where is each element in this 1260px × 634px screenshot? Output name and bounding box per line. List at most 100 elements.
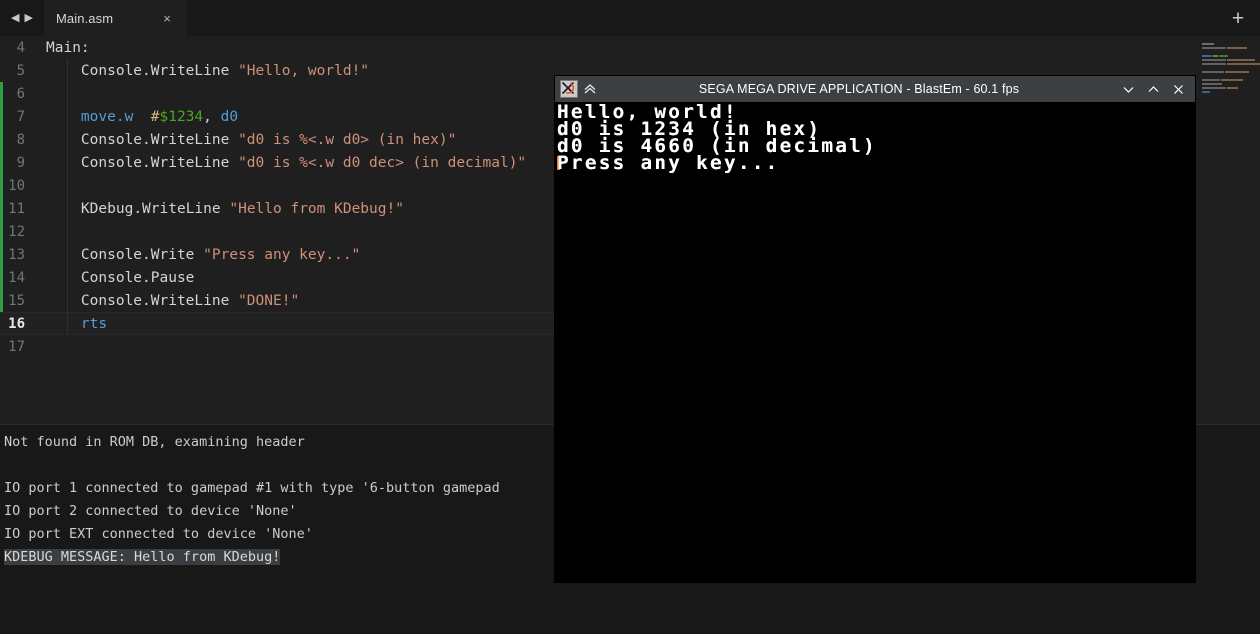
code-token: ,: [203, 108, 221, 125]
emulator-window-controls: [1116, 77, 1191, 101]
line-number: 9: [16, 154, 25, 171]
minimize-icon[interactable]: [1116, 77, 1141, 101]
minimap-token: [1202, 55, 1212, 57]
code-text: KDebug.WriteLine "Hello from KDebug!": [46, 201, 404, 217]
add-icon[interactable]: +: [1224, 4, 1252, 32]
minimap-token: [1202, 71, 1224, 73]
indent-guide: [67, 82, 68, 105]
line-number: 8: [16, 131, 25, 148]
minimap-token: [1225, 71, 1249, 73]
line-number: 11: [8, 200, 25, 217]
code-token: Console: [46, 154, 143, 171]
minimap-token: [1202, 43, 1214, 45]
code-token: Console: [46, 246, 143, 263]
code-token: "d0 is %<.w d0 dec> (in decimal)": [238, 154, 527, 171]
line-number: 14: [8, 269, 25, 286]
code-token: Write: [150, 246, 204, 263]
emulator-screen[interactable]: Hello, world! d0 is 1234 (in hex) d0 is 46…: [555, 102, 1195, 582]
blastem-emulator-window[interactable]: SEGA MEGA DRIVE APPLICATION - BlastEm - …: [555, 76, 1195, 582]
line-number: 6: [16, 85, 25, 102]
chevrons-up-icon[interactable]: [578, 82, 602, 96]
terminal-line-selected: KDEBUG MESSAGE: Hello from KDebug!: [4, 549, 281, 565]
minimap-token: [1219, 55, 1228, 57]
code-token: "Press any key...": [203, 246, 361, 263]
line-number: 13: [8, 246, 25, 263]
code-token: Main:: [46, 39, 90, 56]
line-number: 5: [16, 62, 25, 79]
code-token: .: [142, 62, 151, 79]
minimap-line: [1196, 94, 1260, 98]
code-token: .: [142, 131, 151, 148]
code-token: .: [142, 154, 151, 171]
code-token: d0: [220, 108, 239, 125]
tab-prev-icon[interactable]: ◀: [11, 12, 19, 24]
tab-next-icon[interactable]: ▶: [25, 12, 33, 24]
code-token: move.w: [80, 108, 134, 125]
code-text: move.w #$1234, d0: [46, 109, 238, 125]
code-token: WriteLine: [150, 154, 239, 171]
line-number: 10: [8, 177, 25, 194]
code-token: rts: [80, 315, 108, 332]
code-token: $1234: [159, 108, 204, 125]
tab-label: Main.asm: [56, 10, 114, 26]
minimap-token: [1202, 47, 1226, 49]
code-token: .: [133, 200, 143, 217]
emulator-title-bar[interactable]: SEGA MEGA DRIVE APPLICATION - BlastEm - …: [555, 76, 1195, 102]
code-text: rts: [46, 316, 107, 332]
code-token: "d0 is %<.w d0> (in hex)": [238, 131, 457, 148]
minimap-token: [1202, 63, 1226, 65]
emulator-title-text: SEGA MEGA DRIVE APPLICATION - BlastEm - …: [698, 82, 1020, 96]
code-token: KDebug: [46, 200, 134, 217]
line-number: 4: [16, 39, 25, 56]
line-number: 17: [8, 338, 25, 355]
code-token: Console: [46, 269, 143, 286]
minimap-token: [1221, 79, 1243, 81]
tab-navigation: ◀ ▶: [0, 0, 44, 36]
indent-guide: [67, 220, 68, 243]
line-number: 7: [16, 108, 25, 125]
minimap-token: [1213, 55, 1218, 57]
close-icon[interactable]: [1166, 77, 1191, 101]
code-token: Console: [46, 62, 143, 79]
code-token: .: [142, 269, 151, 286]
emulator-text-row: Press any key...: [557, 152, 780, 174]
editor-minimap[interactable]: [1196, 36, 1260, 424]
code-text: Main:: [46, 40, 90, 56]
indent-guide: [67, 174, 68, 197]
minimap-token: [1202, 87, 1226, 89]
editor-tab-strip: ◀ ▶ Main.asm × +: [0, 0, 1260, 36]
code-text: Console.WriteLine "d0 is %<.w d0> (in he…: [46, 132, 456, 148]
code-text: Console.WriteLine "DONE!": [46, 293, 299, 309]
code-text: Console.Pause: [46, 269, 195, 286]
tab-main-asm[interactable]: Main.asm ×: [44, 0, 187, 36]
emulator-console-text: Hello, world! d0 is 1234 (in hex) d0 is 46…: [557, 103, 1195, 174]
code-token: WriteLine: [142, 200, 230, 217]
maximize-icon[interactable]: [1141, 77, 1166, 101]
x-window-icon: [560, 80, 578, 98]
code-token: .: [142, 246, 151, 263]
minimap-token: [1227, 87, 1238, 89]
minimap-token: [1227, 59, 1255, 61]
code-token: Console: [46, 131, 143, 148]
code-token: Pause: [150, 269, 195, 286]
minimap-token: [1202, 91, 1210, 93]
code-text: Console.Write "Press any key...": [46, 247, 360, 263]
code-token: WriteLine: [150, 292, 239, 309]
minimap-token: [1202, 79, 1220, 81]
minimap-token: [1202, 59, 1226, 61]
code-line[interactable]: 4 Main:: [0, 36, 1260, 59]
code-token: .: [142, 292, 151, 309]
close-icon[interactable]: ×: [158, 9, 176, 27]
code-token: "DONE!": [238, 292, 300, 309]
code-token: "Hello from KDebug!": [229, 200, 404, 217]
code-token: Console: [46, 292, 143, 309]
minimap-token: [1227, 47, 1247, 49]
code-token: WriteLine: [150, 62, 239, 79]
code-text: Console.WriteLine "Hello, world!": [46, 63, 369, 79]
minimap-token: [1202, 83, 1222, 85]
line-number: 15: [8, 292, 25, 309]
code-token: #: [150, 108, 160, 125]
